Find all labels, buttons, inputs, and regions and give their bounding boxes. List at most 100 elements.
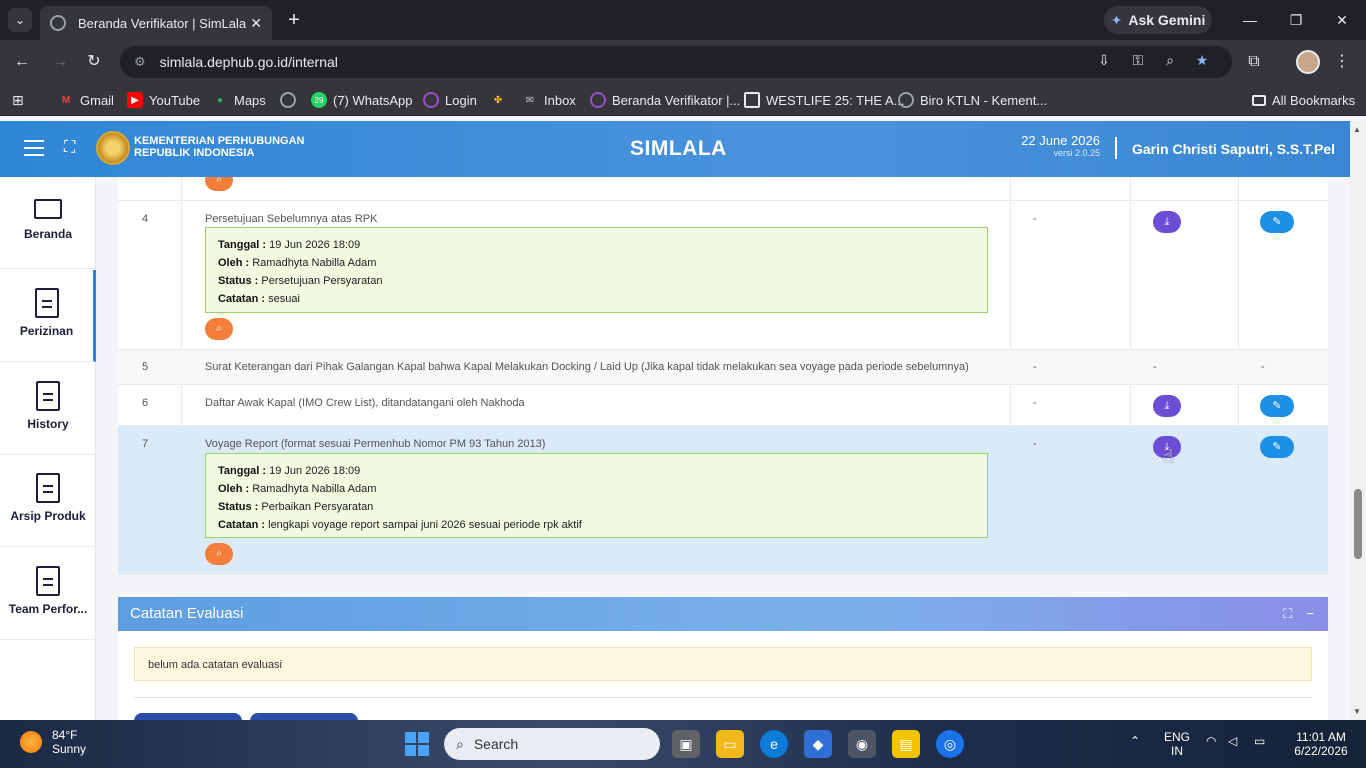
verification-note: Tanggal : 19 Jun 2026 18:09 Oleh : Ramad… [205,453,988,538]
battery-icon[interactable]: ▭ [1254,734,1265,748]
maximize-icon[interactable]: ⛶ [1283,606,1292,622]
sidebar: Beranda Perizinan History Arsip Produk T… [0,177,96,720]
sun-icon [20,731,42,753]
close-window-icon[interactable]: ✕ [1328,8,1356,32]
bookmark-beranda-verifikator[interactable]: Beranda Verifikator |... [590,90,740,110]
back-arrow-icon[interactable]: ← [10,50,34,74]
header-separator [1115,137,1117,159]
profile-avatar[interactable] [1296,50,1320,74]
download-button[interactable]: ⤓ [1153,211,1181,233]
scroll-down-icon[interactable]: ▼ [1353,707,1361,716]
address-bar[interactable]: ⚙ simlala.dephub.go.id/internal ⇩ ⚿ ⌕ ★ [120,46,1232,78]
sidebar-item-arsip-produk[interactable]: Arsip Produk [0,455,96,547]
document-icon [34,288,59,318]
row-value: - [1033,397,1037,409]
file-explorer-icon[interactable]: ▭ [716,730,744,758]
fullscreen-icon[interactable]: ⛶ [64,139,75,157]
pinwheel-icon: ✤ [493,94,503,106]
evaluation-note: belum ada catatan evaluasi [134,647,1312,681]
clock[interactable]: 11:01 AM 6/22/2026 [1290,730,1352,758]
sidebar-item-perizinan[interactable]: Perizinan [0,270,96,362]
zoom-search-button[interactable]: ⌕ [205,177,233,191]
new-tab-plus-icon[interactable]: + [282,8,306,32]
sidebar-item-team-performance[interactable]: Team Perfor... [0,548,96,640]
bookmark-pinwheel[interactable]: ✤ [490,90,506,110]
user-name[interactable]: Garin Christi Saputri, S.S.T.Pel [1132,141,1335,157]
sidebar-item-history[interactable]: History [0,363,96,455]
browser-tab-active[interactable]: Beranda Verifikator | SimLala ✕ [40,6,272,40]
edit-button[interactable]: ✎ [1260,395,1294,417]
volume-icon[interactable]: ◁ [1228,734,1237,748]
restore-icon[interactable]: ❐ [1282,8,1310,32]
bookmark-westlife[interactable]: WESTLIFE 25: THE A... [744,90,904,110]
table-row: 4 Persetujuan Sebelumnya atas RPK Tangga… [118,201,1328,350]
install-app-icon[interactable]: ⇩ [1092,52,1116,72]
edit-icon: ✎ [1272,441,1282,453]
password-key-icon[interactable]: ⚿ [1126,52,1150,72]
site-info-tune-icon[interactable]: ⚙ [134,54,146,70]
row-number: 6 [142,397,149,409]
hamburger-menu-icon[interactable] [24,140,44,156]
forward-arrow-icon[interactable]: → [48,50,72,74]
edit-button[interactable]: ✎ [1260,211,1294,233]
scrollbar-thumb[interactable] [1354,489,1362,559]
table-row: ⌕ [118,177,1328,201]
row-download-empty: - [1153,361,1157,373]
mouse-cursor-icon: ☝ [1163,446,1174,466]
action-button[interactable] [134,713,242,720]
tray-chevron-icon[interactable]: ⌃ [1130,734,1140,748]
windows-start-icon[interactable] [405,732,429,756]
header-date: 22 June 2026 versi 2.0.25 [1021,133,1100,158]
camera-icon[interactable]: ◉ [848,730,876,758]
sidebar-item-beranda[interactable]: Beranda [0,177,96,269]
bookmark-biro-ktln[interactable]: Biro KTLN - Kement... [898,90,1047,110]
browser-titlebar: ⌄ Beranda Verifikator | SimLala ✕ + ✦ As… [0,0,1366,40]
edit-button[interactable]: ✎ [1260,436,1294,458]
evaluation-title: Catatan Evaluasi [130,605,244,622]
bookmark-gmail[interactable]: M Gmail [58,90,114,110]
task-view-icon[interactable]: ▣ [672,730,700,758]
chrome-icon[interactable]: ◎ [936,730,964,758]
download-button[interactable]: ⤓ [1153,395,1181,417]
tab-list-chevron-icon[interactable]: ⌄ [8,8,32,32]
page-scrollbar[interactable]: ▲ ▼ [1350,121,1366,720]
whatsapp-icon: 29 [311,92,327,108]
zoom-magnifier-icon[interactable]: ⌕ [1158,52,1182,72]
zoom-search-button[interactable]: ⌕ [205,318,233,340]
download-icon: ⤓ [1164,400,1170,412]
bookmark-youtube[interactable]: ▶ YouTube [127,90,200,110]
bookmark-star-icon[interactable]: ★ [1190,52,1214,72]
requirement-title: Surat Keterangan dari Pihak Galangan Kap… [205,361,969,373]
app-icon[interactable]: ◆ [804,730,832,758]
row-edit-empty: - [1261,361,1265,373]
wifi-icon[interactable]: ◠ [1206,734,1216,748]
bookmark-login[interactable]: Login [423,90,477,110]
bookmark-whatsapp[interactable]: 29 (7) WhatsApp [311,90,412,110]
folder-icon [1252,94,1266,106]
apps-grid-icon[interactable]: ⊞ [12,90,24,110]
extensions-puzzle-icon[interactable]: ⧉ [1242,50,1266,74]
weather-widget[interactable]: 84°F Sunny [20,728,86,756]
all-bookmarks[interactable]: All Bookmarks [1252,90,1355,110]
collapse-minus-icon[interactable]: − [1306,606,1314,622]
edge-browser-icon[interactable]: e [760,730,788,758]
bookmark-maps[interactable]: ● Maps [212,90,266,110]
app-title: SIMLALA [630,137,727,160]
reload-icon[interactable]: ↻ [82,50,106,74]
chrome-menu-icon[interactable]: ⋮ [1330,50,1354,74]
sticky-notes-icon[interactable]: ▤ [892,730,920,758]
action-button[interactable] [250,713,358,720]
bookmark-inbox[interactable]: ✉ Inbox [522,90,576,110]
search-icon: ⌕ [216,548,222,559]
globe-icon [280,92,296,108]
language-indicator[interactable]: ENG IN [1164,730,1190,758]
row-value: - [1033,438,1037,450]
minimize-icon[interactable]: — [1236,8,1264,32]
bookmark-globe[interactable] [280,90,296,110]
tab-close-icon[interactable]: ✕ [250,15,262,32]
row-value: - [1033,213,1037,225]
taskbar-search[interactable]: ⌕ Search [444,728,660,760]
zoom-search-button[interactable]: ⌕ [205,543,233,565]
ask-gemini-button[interactable]: ✦ Ask Gemini [1104,6,1212,34]
scroll-up-icon[interactable]: ▲ [1353,125,1361,134]
